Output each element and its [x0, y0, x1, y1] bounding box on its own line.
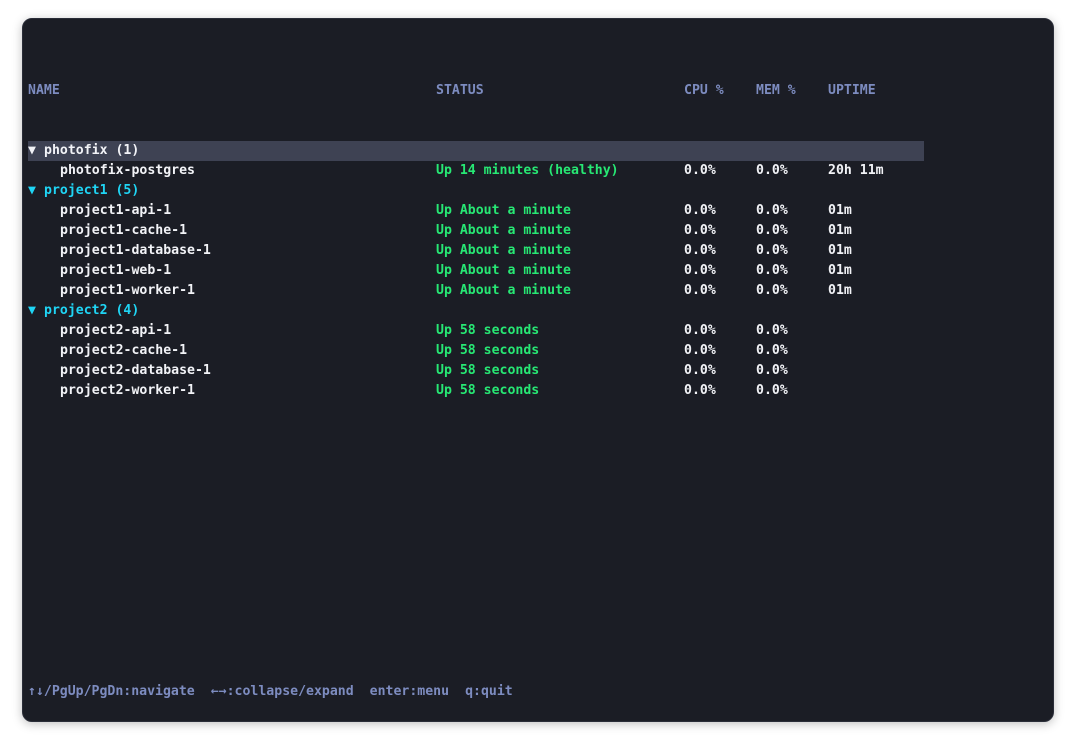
- keybinding-help-bar: ↑↓/PgUp/PgDn:navigate ←→:collapse/expand e…: [28, 682, 513, 702]
- container-mem: 0.0%: [756, 343, 788, 358]
- group-row[interactable]: ▼ project1 (5): [28, 181, 924, 201]
- container-cpu: 0.0%: [684, 243, 716, 258]
- container-status: Up 14 minutes (healthy): [436, 163, 619, 178]
- container-row[interactable]: project1-web-1 Up About a minute 0.0% 0.0% 0…: [28, 261, 924, 281]
- chevron-down-icon[interactable]: ▼: [28, 301, 44, 321]
- container-status: Up 58 seconds: [436, 323, 540, 338]
- help-menu: enter:menu: [369, 684, 450, 699]
- container-status: Up 58 seconds: [436, 383, 540, 398]
- container-row[interactable]: project1-database-1 Up About a minute 0.0%…: [28, 241, 924, 261]
- container-status: Up About a minute: [436, 283, 571, 298]
- column-mem: MEM %: [756, 83, 796, 98]
- container-name: project2-cache-1: [60, 343, 188, 358]
- column-cpu: CPU %: [684, 83, 724, 98]
- help-quit: q:quit: [465, 684, 513, 699]
- container-uptime: 20h 11m: [828, 163, 884, 178]
- container-name: project1-database-1: [60, 243, 211, 258]
- container-name: project2-api-1: [60, 323, 172, 338]
- container-cpu: 0.0%: [684, 203, 716, 218]
- group-name-cell: ▼ project2 (4): [28, 301, 139, 321]
- container-status: Up About a minute: [436, 203, 571, 218]
- container-uptime: 01m: [828, 223, 852, 238]
- container-uptime: 01m: [828, 203, 852, 218]
- column-uptime: UPTIME: [828, 83, 876, 98]
- container-mem: 0.0%: [756, 163, 788, 178]
- chevron-down-icon[interactable]: ▼: [28, 141, 44, 161]
- container-name: project2-worker-1: [60, 383, 195, 398]
- container-row[interactable]: project1-api-1 Up About a minute 0.0% 0.0% 0…: [28, 201, 924, 221]
- group-label: project2 (4): [44, 303, 140, 318]
- container-status: Up About a minute: [436, 263, 571, 278]
- container-cpu: 0.0%: [684, 283, 716, 298]
- container-mem: 0.0%: [756, 203, 788, 218]
- group-label: photofix (1): [44, 143, 140, 158]
- container-mem: 0.0%: [756, 283, 788, 298]
- container-row[interactable]: project2-worker-1 Up 58 seconds 0.0% 0.0%: [28, 381, 924, 401]
- container-status: Up 58 seconds: [436, 363, 540, 378]
- container-row[interactable]: project2-database-1 Up 58 seconds 0.0% 0.0%: [28, 361, 924, 381]
- container-name: project1-cache-1: [60, 223, 188, 238]
- table-body: ▼ photofix (1) photofix-postgres Up 14 minu…: [28, 141, 924, 401]
- container-name: project1-worker-1: [60, 283, 195, 298]
- group-row[interactable]: ▼ project2 (4): [28, 301, 924, 321]
- container-name: project2-database-1: [60, 363, 211, 378]
- container-name: project1-api-1: [60, 203, 172, 218]
- container-name: photofix-postgres: [60, 163, 195, 178]
- help-collapse-expand: ←→:collapse/expand: [210, 684, 354, 699]
- column-status: STATUS: [436, 83, 484, 98]
- container-row[interactable]: project1-worker-1 Up About a minute 0.0% 0.…: [28, 281, 924, 301]
- group-row[interactable]: ▼ photofix (1): [28, 141, 924, 161]
- container-cpu: 0.0%: [684, 383, 716, 398]
- container-row[interactable]: photofix-postgres Up 14 minutes (healthy)…: [28, 161, 924, 181]
- chevron-down-icon[interactable]: ▼: [28, 181, 44, 201]
- container-mem: 0.0%: [756, 323, 788, 338]
- column-name: NAME: [28, 83, 60, 98]
- container-row[interactable]: project1-cache-1 Up About a minute 0.0% 0.0…: [28, 221, 924, 241]
- container-cpu: 0.0%: [684, 263, 716, 278]
- container-row[interactable]: project2-api-1 Up 58 seconds 0.0% 0.0%: [28, 321, 924, 341]
- terminal-window: NAME STATUS CPU % MEM % UPTIME ▼ photofix…: [22, 18, 1054, 722]
- container-status: Up 58 seconds: [436, 343, 540, 358]
- container-mem: 0.0%: [756, 223, 788, 238]
- container-cpu: 0.0%: [684, 163, 716, 178]
- container-cpu: 0.0%: [684, 223, 716, 238]
- group-name-cell: ▼ photofix (1): [28, 141, 139, 161]
- help-navigate: ↑↓/PgUp/PgDn:navigate: [28, 684, 195, 699]
- container-mem: 0.0%: [756, 263, 788, 278]
- table-header: NAME STATUS CPU % MEM % UPTIME: [28, 81, 924, 101]
- container-mem: 0.0%: [756, 383, 788, 398]
- container-cpu: 0.0%: [684, 343, 716, 358]
- container-status: Up About a minute: [436, 243, 571, 258]
- container-row[interactable]: project2-cache-1 Up 58 seconds 0.0% 0.0%: [28, 341, 924, 361]
- group-label: project1 (5): [44, 183, 140, 198]
- container-cpu: 0.0%: [684, 363, 716, 378]
- container-name: project1-web-1: [60, 263, 172, 278]
- container-cpu: 0.0%: [684, 323, 716, 338]
- container-uptime: 01m: [828, 263, 852, 278]
- container-uptime: 01m: [828, 243, 852, 258]
- container-status: Up About a minute: [436, 223, 571, 238]
- group-name-cell: ▼ project1 (5): [28, 181, 139, 201]
- container-mem: 0.0%: [756, 243, 788, 258]
- container-uptime: 01m: [828, 283, 852, 298]
- container-mem: 0.0%: [756, 363, 788, 378]
- container-table: NAME STATUS CPU % MEM % UPTIME ▼ photofix…: [28, 41, 924, 441]
